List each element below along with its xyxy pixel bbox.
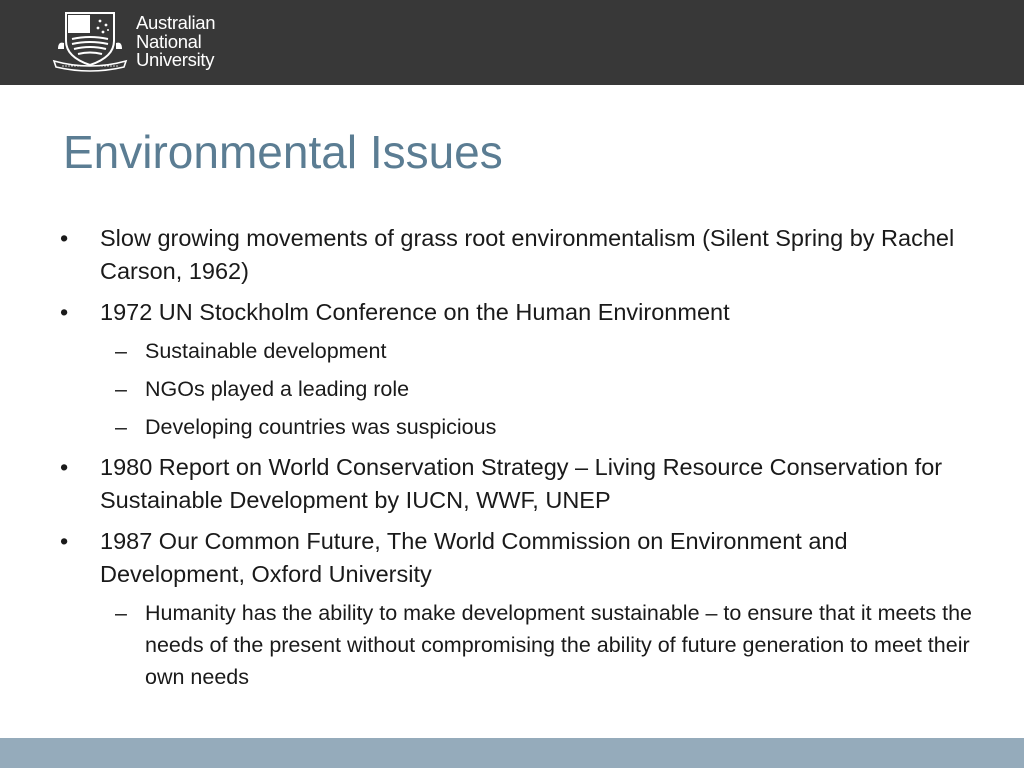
bullet-list: • Slow growing movements of grass root e… [60,222,980,700]
anu-crest-icon [52,12,128,72]
bullet-text: 1972 UN Stockholm Conference on the Huma… [100,299,730,325]
sub-bullet-text: Developing countries was suspicious [145,415,497,439]
wordmark-line-1: Australian [136,12,216,33]
bullet-marker: • [60,225,69,251]
bullet-marker: • [60,299,69,325]
bullet-text: 1987 Our Common Future, The World Commis… [100,528,848,587]
slide-title: Environmental Issues [63,126,503,178]
dash-marker: – [115,601,127,625]
bullet-text: 1980 Report on World Conservation Strate… [100,454,943,513]
sub-bullet-text: Humanity has the ability to make develop… [145,601,973,689]
dash-marker: – [115,415,127,439]
dash-marker: – [115,377,127,401]
university-wordmark: Australian National University [136,12,216,70]
wordmark-line-3: University [136,49,215,70]
sub-bullet-text: Sustainable development [145,339,387,363]
bullet-item: • Slow growing movements of grass root e… [60,222,980,288]
bullet-item: • 1972 UN Stockholm Conference on the Hu… [60,296,980,329]
bullet-item: • 1987 Our Common Future, The World Comm… [60,525,980,591]
bullet-text: Slow growing movements of grass root env… [100,225,955,284]
bullet-marker: • [60,528,69,554]
sub-bullet-item: – Sustainable development [60,335,980,368]
sub-bullet-text: NGOs played a leading role [145,377,410,401]
sub-bullet-item: – Developing countries was suspicious [60,411,980,444]
bullet-item: • 1980 Report on World Conservation Stra… [60,451,980,517]
bullet-marker: • [60,454,69,480]
dash-marker: – [115,339,127,363]
sub-bullet-item: – NGOs played a leading role [60,373,980,406]
footer-bar [0,738,1024,768]
header-bar: Australian National University [0,0,1024,85]
sub-bullet-item: – Humanity has the ability to make devel… [60,597,980,693]
